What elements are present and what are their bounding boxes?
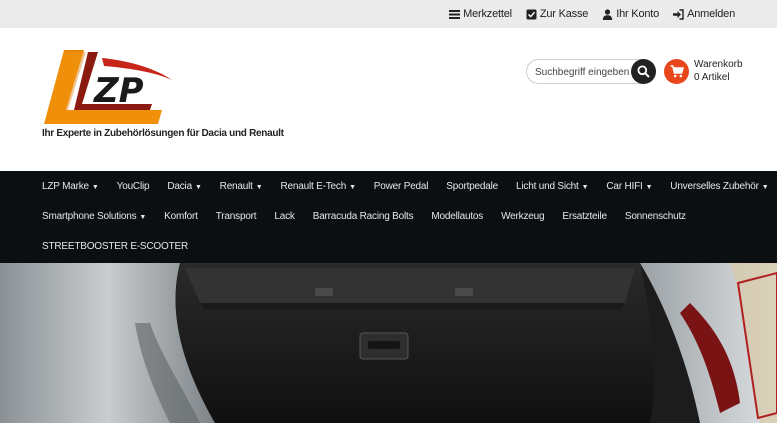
nav-label: Smartphone Solutions — [42, 210, 137, 222]
nav-label: Ersatzteile — [562, 210, 607, 222]
nav-label: Renault E-Tech — [280, 180, 347, 192]
zur-kasse-link[interactable]: Zur Kasse — [526, 8, 588, 20]
nav-item-streetbooster-e-scooter[interactable]: STREETBOOSTER E-SCOOTER — [42, 241, 188, 252]
caret-down-icon: ▼ — [645, 183, 653, 191]
nav-item-universelles-zubehoer[interactable]: Unverselles Zubehör ▼ — [670, 181, 768, 192]
search-input[interactable] — [535, 64, 630, 80]
caret-down-icon: ▼ — [761, 183, 769, 191]
user-icon — [603, 8, 613, 20]
main-navigation: LZP Marke ▼ YouClip Dacia ▼ Renault ▼ Renau… — [0, 171, 777, 263]
nav-item-renault-e-tech[interactable]: Renault E-Tech ▼ — [280, 180, 356, 192]
caret-down-icon: ▼ — [581, 183, 589, 191]
caret-down-icon: ▼ — [91, 183, 99, 191]
nav-item-licht-und-sicht[interactable]: Licht und Sicht ▼ — [516, 180, 589, 192]
search-button[interactable] — [631, 59, 656, 84]
nav-row-2: Smartphone Solutions ▼ Komfort Transport … — [42, 201, 704, 231]
nav-label: Komfort — [164, 210, 198, 222]
caret-down-icon: ▼ — [349, 183, 356, 191]
ihr-konto-link[interactable]: Ihr Konto — [602, 8, 659, 20]
cart-count: 0 Artikel — [694, 72, 730, 83]
nav-item-dacia[interactable]: Dacia ▼ — [167, 180, 202, 192]
nav-item-lack[interactable]: Lack — [274, 210, 295, 222]
list-icon — [449, 9, 461, 19]
caret-down-icon: ▼ — [255, 183, 263, 191]
anmelden-label: Anmelden — [687, 8, 735, 20]
merkzettel-link[interactable]: Merkzettel — [449, 8, 512, 20]
nav-item-barracuda-racing-bolts[interactable]: Barracuda Racing Bolts — [313, 211, 414, 222]
caret-down-icon: ▼ — [139, 213, 147, 221]
nav-item-ersatzteile[interactable]: Ersatzteile — [562, 211, 607, 222]
logo-lettering: ZP — [93, 71, 144, 111]
site-header: ZP Ihr Experte in Zubehörlösungen für Da… — [0, 28, 777, 171]
nav-item-modellautos[interactable]: Modellautos — [431, 211, 483, 222]
nav-item-smartphone-solutions[interactable]: Smartphone Solutions ▼ — [42, 211, 146, 222]
nav-label: Transport — [215, 210, 257, 222]
hero-banner-image[interactable] — [0, 263, 777, 423]
nav-label: Renault — [219, 180, 253, 192]
ihr-konto-label: Ihr Konto — [616, 8, 660, 20]
nav-item-werkzeug[interactable]: Werkzeug — [501, 211, 544, 222]
search-icon — [637, 65, 650, 78]
nav-label: Sportpedale — [446, 180, 499, 192]
cart-button[interactable] — [664, 59, 689, 84]
tagline: Ihr Experte in Zubehörlösungen für Dacia… — [42, 128, 284, 139]
lzp-logo[interactable]: ZP — [42, 48, 176, 128]
nav-item-komfort[interactable]: Komfort — [164, 211, 198, 222]
nav-label: Sonnenschutz — [624, 210, 686, 222]
nav-label: LZP Marke — [42, 180, 89, 192]
nav-item-youclip[interactable]: YouClip — [117, 181, 150, 192]
nav-label: Licht und Sicht — [516, 180, 579, 192]
nav-item-lzp-marke[interactable]: LZP Marke ▼ — [42, 181, 99, 192]
nav-row-1: LZP Marke ▼ YouClip Dacia ▼ Renault ▼ Renau… — [42, 171, 777, 201]
nav-label: Werkzeug — [501, 210, 545, 222]
shopping-cart-icon — [670, 65, 684, 78]
nav-label: Unverselles Zubehör — [670, 180, 759, 192]
nav-item-sportpedale[interactable]: Sportpedale — [446, 181, 498, 192]
sign-in-icon — [673, 8, 684, 20]
nav-label: Dacia — [167, 180, 192, 192]
top-bar: Merkzettel Zur Kasse Ihr Konto Anmelden — [0, 0, 777, 28]
nav-label: Car HIFI — [606, 180, 643, 192]
nav-label: YouClip — [116, 180, 150, 192]
nav-label: Barracuda Racing Bolts — [312, 210, 414, 222]
cart-summary[interactable]: Warenkorb 0 Artikel — [694, 58, 743, 84]
nav-label: Modellautos — [431, 210, 484, 222]
anmelden-link[interactable]: Anmelden — [673, 8, 735, 20]
nav-label: Lack — [274, 210, 295, 222]
nav-item-car-hifi[interactable]: Car HIFI ▼ — [606, 181, 652, 192]
nav-item-sonnenschutz[interactable]: Sonnenschutz — [625, 211, 686, 222]
zur-kasse-label: Zur Kasse — [539, 8, 589, 20]
checkbox-icon — [526, 9, 537, 19]
caret-down-icon: ▼ — [194, 183, 202, 191]
nav-item-renault[interactable]: Renault ▼ — [220, 181, 263, 192]
nav-label: Power Pedal — [373, 180, 429, 192]
cart-label: Warenkorb — [694, 59, 743, 70]
nav-row-3: STREETBOOSTER E-SCOOTER — [42, 231, 206, 261]
nav-item-power-pedal[interactable]: Power Pedal — [374, 181, 429, 192]
nav-item-transport[interactable]: Transport — [216, 211, 257, 222]
merkzettel-label: Merkzettel — [463, 8, 512, 20]
nav-label: STREETBOOSTER E-SCOOTER — [42, 240, 188, 252]
